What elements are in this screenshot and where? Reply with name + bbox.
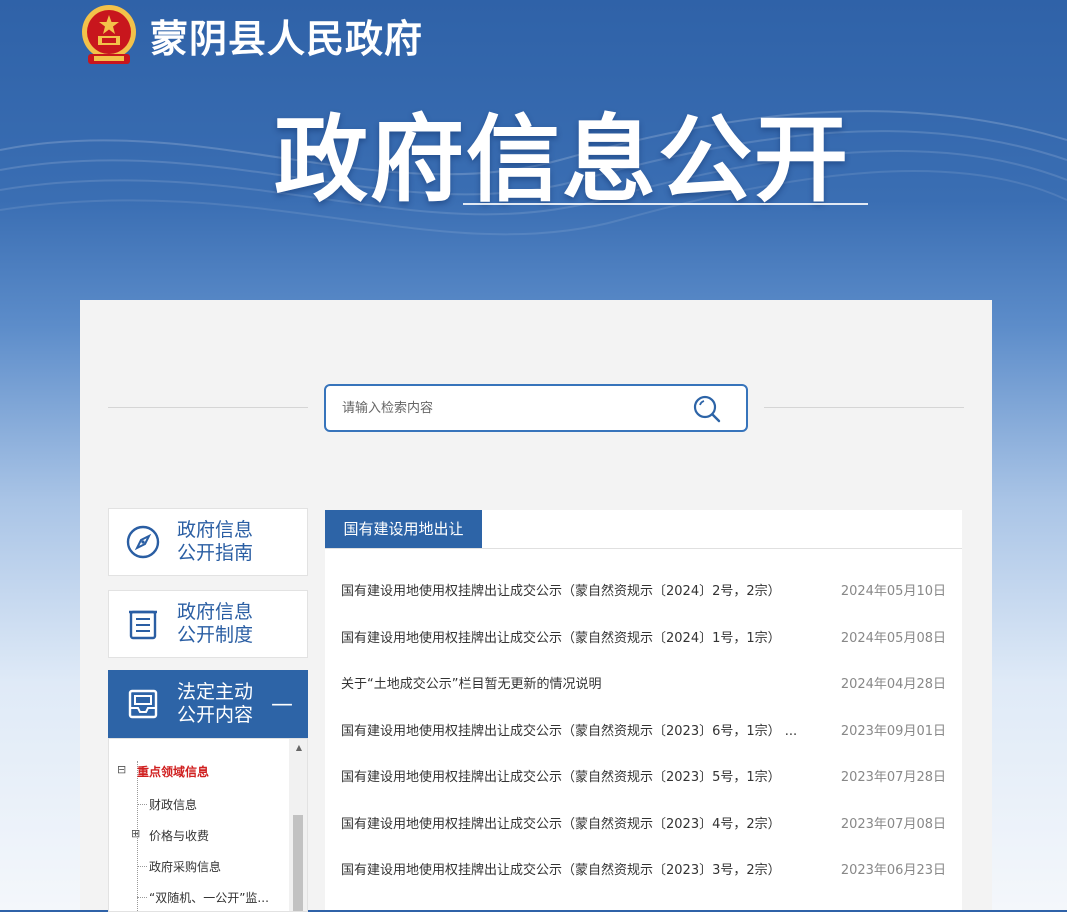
- news-title[interactable]: 关于“土地成交公示”栏目暂无更新的情况说明: [341, 673, 601, 692]
- content-panel: 政府信息 公开指南 政府信息 公开制度 法定主动 公开内容 — ⊟ 重点领域信息…: [80, 300, 992, 912]
- sidebar-card-guide[interactable]: 政府信息 公开指南: [108, 508, 308, 576]
- news-date: 2024年05月10日: [840, 584, 946, 599]
- scroll-thumb[interactable]: [293, 815, 303, 911]
- tree-root-toggle-icon[interactable]: ⊟: [117, 763, 126, 776]
- news-item[interactable]: 国有建设用地使用权挂牌出让成交公示（蒙自然资规示〔2023〕3号，2宗） 202…: [341, 859, 946, 883]
- tree-item-inspection[interactable]: “双随机、一公开”监...: [149, 889, 269, 906]
- search-divider-right: [764, 407, 964, 408]
- search-box: [324, 384, 748, 432]
- site-name[interactable]: 蒙阴县人民政府: [150, 8, 423, 63]
- news-date: 2023年06月23日: [840, 863, 946, 878]
- tree-item-finance[interactable]: 财政信息: [149, 796, 197, 813]
- search-bar: [108, 384, 964, 432]
- tree-item-procurement[interactable]: 政府采购信息: [149, 858, 221, 875]
- tree-branch: [137, 804, 147, 805]
- search-icon[interactable]: [692, 394, 722, 424]
- collapse-toggle[interactable]: —: [271, 692, 293, 717]
- news-list-panel: 国有建设用地出让 国有建设用地使用权挂牌出让成交公示（蒙自然资规示〔2024〕2…: [325, 510, 962, 910]
- sidebar-card-guide-label: 政府信息 公开指南: [177, 519, 254, 564]
- tree-root[interactable]: 重点领域信息: [137, 763, 209, 780]
- news-title[interactable]: 国有建设用地使用权挂牌出让成交公示（蒙自然资规示〔2024〕2号，2宗）: [341, 580, 781, 599]
- news-item[interactable]: 国有建设用地使用权挂牌出让成交公示（蒙自然资规示〔2024〕1号，1宗） 202…: [341, 627, 946, 651]
- news-item[interactable]: 国有建设用地使用权挂牌出让成交公示（蒙自然资规示〔2024〕2号，2宗） 202…: [341, 580, 946, 604]
- news-date: 2023年07月08日: [840, 817, 946, 832]
- hero-title: 政府信息公开: [274, 106, 851, 215]
- news-date: 2023年07月28日: [840, 770, 946, 785]
- hero-underline: [463, 203, 868, 205]
- tree-item-pricing[interactable]: 价格与收费: [149, 827, 209, 844]
- news-item[interactable]: 国有建设用地使用权挂牌出让成交公示（蒙自然资规示〔2023〕6号，1宗） ...…: [341, 720, 946, 744]
- news-title[interactable]: 国有建设用地使用权挂牌出让成交公示（蒙自然资规示〔2023〕6号，1宗） ...: [341, 720, 797, 739]
- news-item[interactable]: 国有建设用地使用权挂牌出让成交公示（蒙自然资规示〔2023〕4号，2宗） 202…: [341, 813, 946, 837]
- compass-icon: [126, 525, 160, 559]
- search-divider-left: [108, 407, 308, 408]
- news-date: 2024年05月08日: [840, 631, 946, 646]
- news-title[interactable]: 国有建设用地使用权挂牌出让成交公示（蒙自然资规示〔2023〕5号，1宗）: [341, 766, 781, 785]
- news-date: 2024年04月28日: [840, 677, 946, 692]
- national-emblem-icon: [82, 5, 136, 64]
- sidebar-card-statutory-label: 法定主动 公开内容: [177, 681, 254, 726]
- tree-branch: [137, 897, 147, 898]
- category-tree: ⊟ 重点领域信息 财政信息 ⊞ 价格与收费 政府采购信息 “双随机、一公开”监.…: [108, 738, 308, 912]
- tab-land-transfer[interactable]: 国有建设用地出让: [325, 510, 482, 548]
- sidebar-card-statutory[interactable]: 法定主动 公开内容 —: [108, 670, 308, 738]
- search-input[interactable]: [340, 399, 674, 417]
- site-header: 蒙阴县人民政府: [80, 0, 423, 70]
- sidebar-card-system[interactable]: 政府信息 公开制度: [108, 590, 308, 658]
- sidebar-card-system-label: 政府信息 公开制度: [177, 601, 254, 646]
- tree-branch: [137, 866, 147, 867]
- scroll-up-icon[interactable]: ▲: [296, 743, 302, 752]
- news-title[interactable]: 国有建设用地使用权挂牌出让成交公示（蒙自然资规示〔2024〕1号，1宗）: [341, 627, 781, 646]
- tab-bar: 国有建设用地出让: [325, 510, 962, 549]
- news-item[interactable]: 关于“土地成交公示”栏目暂无更新的情况说明 2024年04月28日: [341, 673, 946, 697]
- news-title[interactable]: 国有建设用地使用权挂牌出让成交公示（蒙自然资规示〔2023〕3号，2宗）: [341, 859, 781, 878]
- inbox-icon: [128, 689, 158, 719]
- news-date: 2023年09月01日: [840, 724, 946, 739]
- tree-expand-icon[interactable]: ⊞: [131, 827, 140, 840]
- news-title[interactable]: 国有建设用地使用权挂牌出让成交公示（蒙自然资规示〔2023〕4号，2宗）: [341, 813, 781, 832]
- tree-scrollbar[interactable]: ▲: [289, 739, 307, 911]
- document-list-icon: [129, 610, 157, 640]
- news-item[interactable]: 国有建设用地使用权挂牌出让成交公示（蒙自然资规示〔2023〕5号，1宗） 202…: [341, 766, 946, 790]
